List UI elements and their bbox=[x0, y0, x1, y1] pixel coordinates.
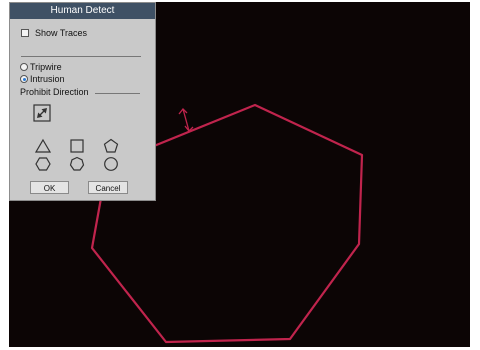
ok-button[interactable]: OK bbox=[30, 181, 69, 194]
prohibit-direction-label: Prohibit Direction bbox=[20, 87, 89, 97]
heptagon-icon[interactable] bbox=[69, 156, 85, 172]
dialog-title: Human Detect bbox=[10, 3, 155, 19]
tripwire-label: Tripwire bbox=[30, 62, 62, 72]
intrusion-radio[interactable] bbox=[20, 75, 28, 83]
prohibit-direction-row: Prohibit Direction bbox=[20, 87, 89, 97]
cancel-button[interactable]: Cancel bbox=[88, 181, 128, 194]
direction-marker-icon[interactable] bbox=[178, 108, 194, 132]
intrusion-label: Intrusion bbox=[30, 74, 65, 84]
triangle-icon[interactable] bbox=[35, 138, 51, 154]
hexagon-icon[interactable] bbox=[35, 156, 51, 172]
square-icon[interactable] bbox=[69, 138, 85, 154]
direction-arrow-icon[interactable] bbox=[33, 104, 51, 122]
show-traces-checkbox[interactable] bbox=[21, 29, 29, 37]
circle-icon[interactable] bbox=[103, 156, 119, 172]
tripwire-radio[interactable] bbox=[20, 63, 28, 71]
show-traces-row[interactable]: Show Traces bbox=[21, 28, 87, 38]
human-detect-dialog: Human Detect Show Traces Tripwire Intrus… bbox=[9, 2, 156, 201]
tripwire-option[interactable]: Tripwire bbox=[20, 62, 62, 72]
prohibit-direction-divider bbox=[95, 93, 140, 94]
pentagon-icon[interactable] bbox=[103, 138, 119, 154]
divider bbox=[21, 56, 141, 57]
show-traces-label: Show Traces bbox=[35, 28, 88, 38]
intrusion-option[interactable]: Intrusion bbox=[20, 74, 65, 84]
